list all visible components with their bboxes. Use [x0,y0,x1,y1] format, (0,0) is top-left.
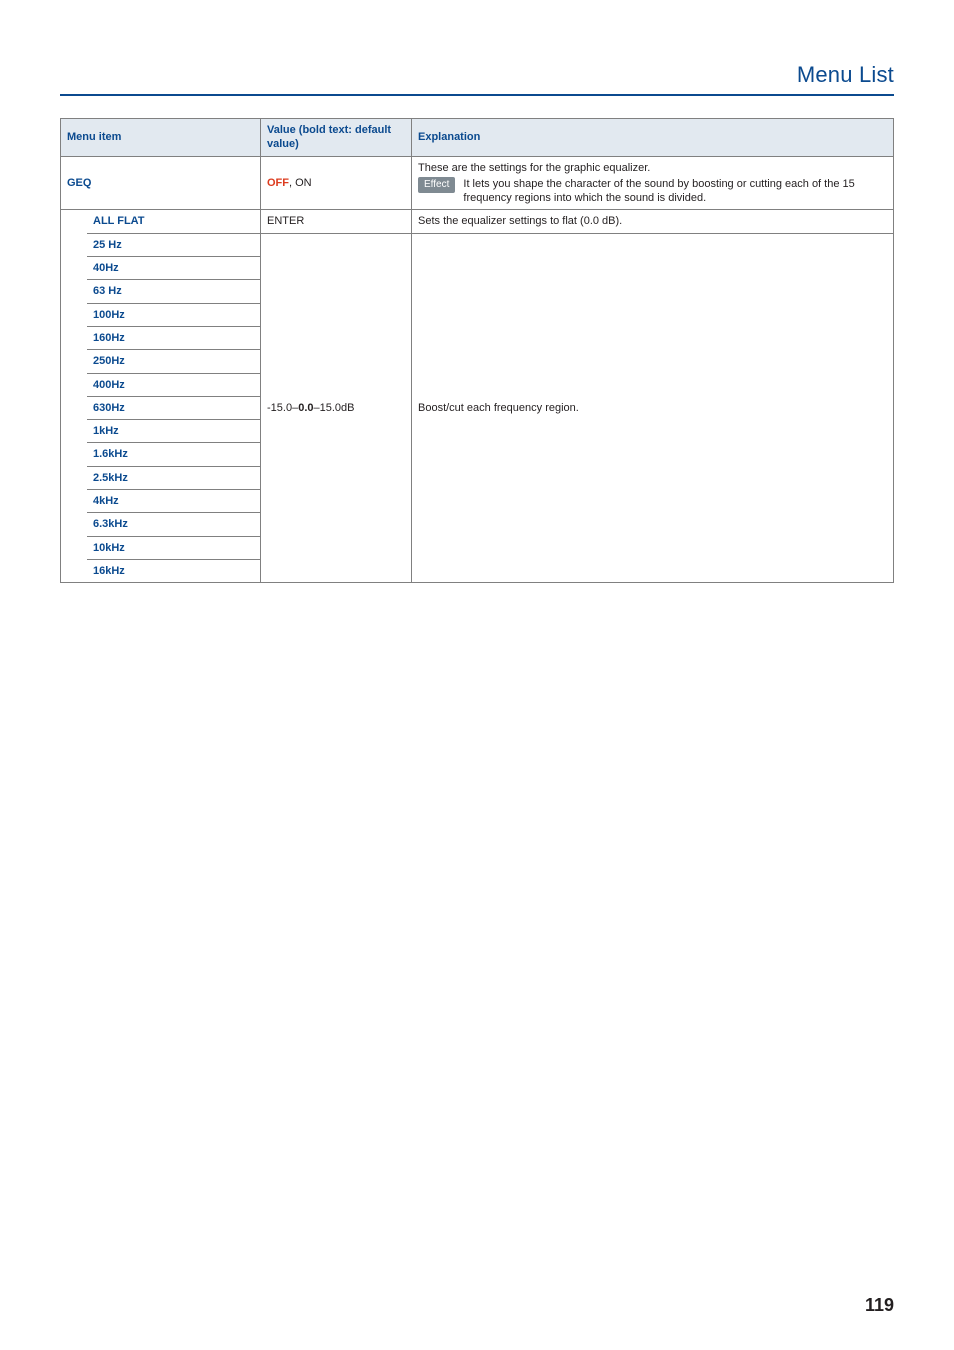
cell-band-9: 1.6kHz [87,443,261,466]
cell-allflat-name: ALL FLAT [87,210,261,233]
row-allflat: ALL FLAT ENTER Sets the equalizer settin… [61,210,894,233]
indent-cell [61,303,88,326]
indent-cell [61,443,88,466]
indent-cell [61,490,88,513]
row-geq: GEQ OFF, ON These are the settings for t… [61,156,894,210]
indent-cell [61,326,88,349]
cell-band-10: 2.5kHz [87,466,261,489]
indent-cell [61,280,88,303]
indent-cell [61,396,88,419]
page-header: Menu List [60,60,894,94]
col-header-menu: Menu item [61,119,261,157]
cell-band-14: 16kHz [87,559,261,582]
value-bold: 0.0 [298,402,313,414]
value-on: ON [295,177,312,189]
col-header-explanation: Explanation [412,119,894,157]
indent-cell [61,466,88,489]
cell-band-6: 400Hz [87,373,261,396]
indent-cell [61,536,88,559]
indent-cell [61,513,88,536]
cell-band-13: 10kHz [87,536,261,559]
cell-band-0: 25 Hz [87,233,261,256]
cell-band-8: 1kHz [87,420,261,443]
cell-band-1: 40Hz [87,257,261,280]
cell-band-2: 63 Hz [87,280,261,303]
page-title: Menu List [797,62,894,88]
geq-expl-note-text: It lets you shape the character of the s… [463,177,887,206]
indent-cell [61,373,88,396]
geq-expl-note: Effect It lets you shape the character o… [418,177,887,206]
value-off: OFF [267,177,289,189]
indent-cell [61,350,88,373]
indent-cell [61,420,88,443]
page-number: 119 [865,1295,894,1316]
table-header-row: Menu item Value (bold text: default valu… [61,119,894,157]
menu-table: Menu item Value (bold text: default valu… [60,118,894,583]
col-header-value: Value (bold text: default value) [261,119,412,157]
indent-cell [61,210,88,233]
indent-cell [61,257,88,280]
value-pre: -15.0– [267,402,298,414]
value-post: –15.0dB [314,402,355,414]
cell-allflat-expl: Sets the equalizer settings to flat (0.0… [412,210,894,233]
cell-band-11: 4kHz [87,490,261,513]
effect-badge: Effect [418,177,455,193]
indent-cell [61,233,88,256]
cell-band-12: 6.3kHz [87,513,261,536]
cell-freq-expl: Boost/cut each frequency region. [412,233,894,582]
cell-geq-value: OFF, ON [261,156,412,210]
cell-band-5: 250Hz [87,350,261,373]
cell-allflat-value: ENTER [261,210,412,233]
cell-freq-value: -15.0–0.0–15.0dB [261,233,412,582]
header-rule [60,94,894,96]
geq-expl-line1: These are the settings for the graphic e… [418,161,887,175]
cell-band-4: 160Hz [87,326,261,349]
cell-geq-name: GEQ [61,156,261,210]
cell-band-7: 630Hz [87,396,261,419]
page: Menu List Menu item Value (bold text: de… [0,0,954,1350]
indent-cell [61,559,88,582]
cell-geq-expl: These are the settings for the graphic e… [412,156,894,210]
cell-band-3: 100Hz [87,303,261,326]
row-freq: 25 Hz -15.0–0.0–15.0dB Boost/cut each fr… [61,233,894,256]
